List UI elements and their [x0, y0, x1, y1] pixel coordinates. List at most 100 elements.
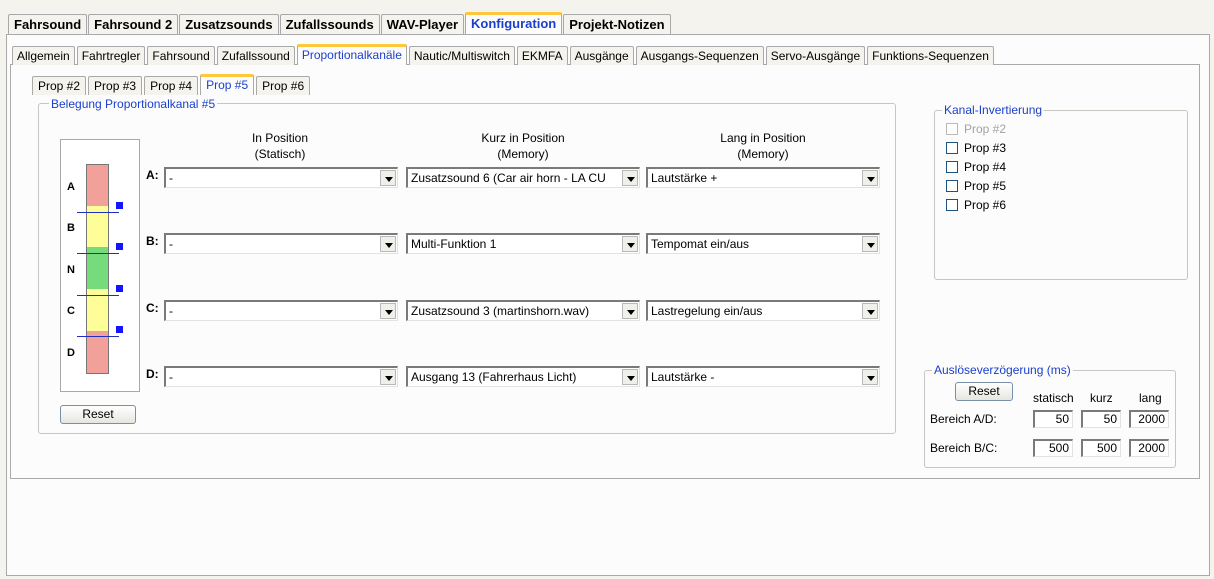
tab-projekt-notizen[interactable]: Projekt-Notizen — [563, 14, 671, 34]
tab-ausgaenge[interactable]: Ausgänge — [569, 46, 634, 65]
chevron-down-icon[interactable] — [862, 303, 878, 319]
chevron-down-icon[interactable] — [380, 170, 396, 186]
threshold-handle-nc[interactable] — [116, 285, 123, 292]
row-b-short-value: Multi-Funktion 1 — [411, 237, 497, 251]
inversion-item-prop-6[interactable]: Prop #6 — [946, 197, 1006, 213]
chevron-down-icon[interactable] — [380, 236, 396, 252]
threshold-handle-ab[interactable] — [116, 202, 123, 209]
inversion-item-prop-2[interactable]: Prop #2 — [946, 121, 1006, 137]
tab-fahrtregler[interactable]: Fahrtregler — [76, 46, 146, 65]
tab-fahrsound-2[interactable]: Fahrsound 2 — [88, 14, 179, 34]
tab-prop-2[interactable]: Prop #2 — [32, 76, 87, 95]
tab-wav-player[interactable]: WAV-Player — [380, 14, 465, 34]
col-head-long: Lang in Position (Memory) — [670, 130, 856, 162]
delay-bc-long-input[interactable]: 2000 — [1129, 439, 1169, 457]
row-d-long-dropdown[interactable]: Lautstärke - — [646, 366, 880, 387]
chevron-down-icon[interactable] — [862, 236, 878, 252]
checkbox-label-prop-5: Prop #5 — [964, 179, 1007, 193]
col-head-short: Kurz in Position (Memory) — [430, 130, 616, 162]
chevron-down-icon[interactable] — [862, 170, 878, 186]
tab-zufallssound[interactable]: Zufallssound — [216, 46, 295, 65]
inversion-item-prop-5[interactable]: Prop #5 — [946, 178, 1006, 194]
row-a-long-dropdown[interactable]: Lautstärke + — [646, 167, 880, 188]
tab-prop-5[interactable]: Prop #5 — [200, 74, 255, 95]
row-a-long-value: Lautstärke + — [651, 171, 718, 185]
threshold-handle-cd[interactable] — [116, 326, 123, 333]
row-a-static-value: - — [169, 171, 173, 185]
delay-ad-long-input[interactable]: 2000 — [1129, 410, 1169, 428]
delay-reset-button[interactable]: Reset — [955, 382, 1013, 401]
tab-prop-4[interactable]: Prop #4 — [144, 76, 199, 95]
zone-a-bar — [86, 164, 109, 206]
chevron-down-icon[interactable] — [622, 170, 638, 186]
delay-bc-short-input[interactable]: 500 — [1081, 439, 1121, 457]
row-c-long-value: Lastregelung ein/aus — [651, 304, 763, 318]
tab-fahrsound[interactable]: Fahrsound — [8, 14, 88, 34]
tab-allgemein[interactable]: Allgemein — [12, 46, 75, 65]
checkbox-prop-2[interactable] — [946, 123, 958, 135]
chevron-down-icon[interactable] — [862, 369, 878, 385]
row-a-short-value: Zusatzsound 6 (Car air horn - LA CU — [411, 171, 606, 185]
main-tab-strip: Fahrsound Fahrsound 2 Zusatzsounds Zufal… — [8, 12, 672, 34]
row-c-static-dropdown[interactable]: - — [164, 300, 398, 321]
threshold-line-nc — [77, 295, 119, 296]
threshold-line-bn — [77, 253, 119, 254]
row-b-long-value: Tempomat ein/aus — [651, 237, 750, 251]
zone-label-a: A — [67, 181, 75, 193]
tab-ekmfa[interactable]: EKMFA — [516, 46, 568, 65]
delay-label-bc: Bereich B/C: — [930, 441, 998, 455]
row-a-short-dropdown[interactable]: Zusatzsound 6 (Car air horn - LA CU — [406, 167, 640, 188]
col-head-static: In Position (Statisch) — [200, 130, 360, 162]
threshold-line-cd — [77, 336, 119, 337]
tab-servo-ausgaenge[interactable]: Servo-Ausgänge — [765, 46, 866, 65]
row-c-static-value: - — [169, 304, 173, 318]
row-d-static-dropdown[interactable]: - — [164, 366, 398, 387]
row-d-short-value: Ausgang 13 (Fahrerhaus Licht) — [411, 370, 577, 384]
tab-funktions-sequenzen[interactable]: Funktions-Sequenzen — [867, 46, 994, 65]
chevron-down-icon[interactable] — [622, 369, 638, 385]
row-c-short-dropdown[interactable]: Zusatzsound 3 (martinshorn.wav) — [406, 300, 640, 321]
chevron-down-icon[interactable] — [622, 236, 638, 252]
checkbox-prop-6[interactable] — [946, 199, 958, 211]
row-b-static-dropdown[interactable]: - — [164, 233, 398, 254]
row-d-short-dropdown[interactable]: Ausgang 13 (Fahrerhaus Licht) — [406, 366, 640, 387]
delay-head-long: lang — [1139, 391, 1162, 405]
tab-proportionalkanaele[interactable]: Proportionalkanäle — [296, 44, 407, 65]
row-a-static-dropdown[interactable]: - — [164, 167, 398, 188]
chevron-down-icon[interactable] — [380, 303, 396, 319]
row-b-static-value: - — [169, 237, 173, 251]
row-label-a: A: — [146, 168, 159, 182]
assignment-reset-button[interactable]: Reset — [60, 405, 136, 424]
delay-ad-static-input[interactable]: 50 — [1033, 410, 1073, 428]
inversion-item-prop-4[interactable]: Prop #4 — [946, 159, 1006, 175]
tab-zusatzsounds[interactable]: Zusatzsounds — [179, 14, 279, 34]
checkbox-prop-4[interactable] — [946, 161, 958, 173]
tab-zufallssounds[interactable]: Zufallssounds — [279, 14, 380, 34]
row-d-long-value: Lautstärke - — [651, 370, 715, 384]
tab-fahrsound-config[interactable]: Fahrsound — [147, 46, 215, 65]
row-b-short-dropdown[interactable]: Multi-Funktion 1 — [406, 233, 640, 254]
checkbox-prop-5[interactable] — [946, 180, 958, 192]
checkbox-label-prop-3: Prop #3 — [964, 141, 1007, 155]
delay-label-ad: Bereich A/D: — [930, 412, 997, 426]
threshold-handle-bn[interactable] — [116, 243, 123, 250]
chevron-down-icon[interactable] — [380, 369, 396, 385]
inversion-item-prop-3[interactable]: Prop #3 — [946, 140, 1006, 156]
delay-head-short: kurz — [1090, 391, 1113, 405]
tab-prop-6[interactable]: Prop #6 — [256, 76, 311, 95]
tab-ausgangs-sequenzen[interactable]: Ausgangs-Sequenzen — [635, 46, 764, 65]
checkbox-label-prop-4: Prop #4 — [964, 160, 1007, 174]
checkbox-prop-3[interactable] — [946, 142, 958, 154]
tab-nautic-multiswitch[interactable]: Nautic/Multiswitch — [408, 46, 515, 65]
row-b-long-dropdown[interactable]: Tempomat ein/aus — [646, 233, 880, 254]
tab-konfiguration[interactable]: Konfiguration — [465, 12, 563, 34]
delay-ad-short-input[interactable]: 50 — [1081, 410, 1121, 428]
delay-bc-static-input[interactable]: 500 — [1033, 439, 1073, 457]
tab-prop-3[interactable]: Prop #3 — [88, 76, 143, 95]
config-tab-strip: Allgemein Fahrtregler Fahrsound Zufallss… — [12, 44, 996, 65]
col-head-long-title: Lang in Position — [720, 131, 806, 145]
inversion-group-title: Kanal-Invertierung — [942, 103, 1045, 117]
zone-label-n: N — [67, 264, 75, 276]
chevron-down-icon[interactable] — [622, 303, 638, 319]
row-c-long-dropdown[interactable]: Lastregelung ein/aus — [646, 300, 880, 321]
